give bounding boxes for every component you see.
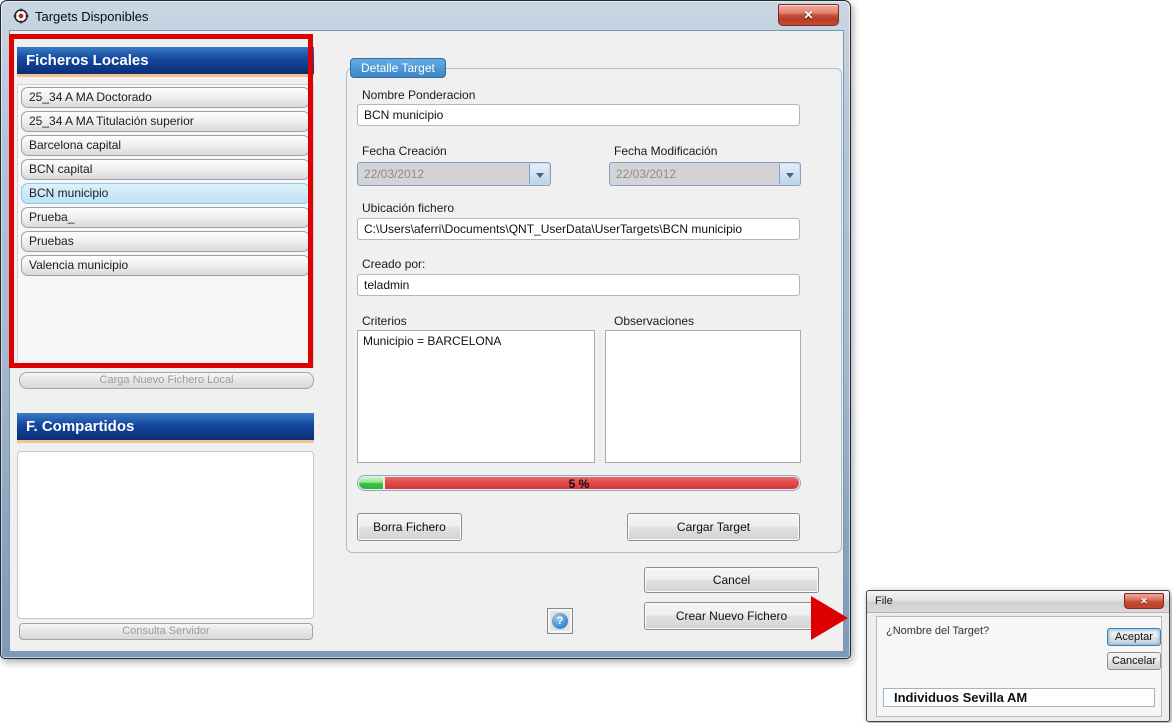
combo-dropdown-button[interactable] [529,164,549,184]
file-dialog-window: File ✕ ¿Nombre del Target? Aceptar Cance… [866,590,1170,722]
fecha-modificacion-label: Fecha Modificación [614,144,717,158]
nombre-ponderacion-label: Nombre Ponderacion [362,88,475,102]
creado-por-input[interactable]: teladmin [357,274,800,296]
help-button[interactable]: ? [547,608,573,634]
observaciones-textarea[interactable] [605,330,801,463]
chevron-down-icon [536,173,544,178]
progress-bar: 5 % [357,475,801,491]
detalle-target-tab: Detalle Target [350,58,446,78]
crear-nuevo-fichero-button[interactable]: Crear Nuevo Fichero [644,602,819,630]
fecha-creacion-label: Fecha Creación [362,144,447,158]
fecha-creacion-combobox[interactable]: 22/03/2012 [357,162,551,186]
close-icon[interactable]: ✕ [1124,593,1164,609]
consulta-servidor-button[interactable]: Consulta Servidor [19,623,313,640]
criterios-label: Criterios [362,314,407,328]
cancel-button[interactable]: Cancel [644,567,819,593]
title-bar[interactable]: Targets Disponibles ✕ [1,1,850,31]
borra-fichero-button[interactable]: Borra Fichero [357,513,462,541]
combo-dropdown-button[interactable] [779,164,799,184]
chevron-down-icon [786,173,794,178]
target-icon [13,8,29,24]
ubicacion-fichero-label: Ubicación fichero [362,201,454,215]
file-dialog-title-bar[interactable]: File ✕ [867,591,1169,613]
close-icon[interactable]: ✕ [778,4,839,26]
target-name-prompt: ¿Nombre del Target? [886,625,989,637]
target-name-input[interactable]: Individuos Sevilla AM [883,688,1155,707]
shared-files-list[interactable] [17,451,314,619]
window-title: Targets Disponibles [35,9,148,24]
aceptar-button[interactable]: Aceptar [1107,628,1161,646]
screenshot-canvas: Targets Disponibles ✕ Ficheros Locales 2… [0,0,1172,723]
fecha-creacion-value: 22/03/2012 [364,167,424,181]
nombre-ponderacion-input[interactable]: BCN municipio [357,104,800,126]
help-icon: ? [552,613,568,629]
shared-files-header: F. Compartidos [17,413,314,443]
highlight-rectangle-annotation [9,34,313,368]
ubicacion-fichero-input[interactable]: C:\Users\aferri\Documents\QNT_UserData\U… [357,218,800,240]
observaciones-label: Observaciones [614,314,694,328]
creado-por-label: Creado por: [362,257,425,271]
file-dialog-title: File [875,595,893,607]
fecha-modificacion-value: 22/03/2012 [616,167,676,181]
carga-nuevo-fichero-local-button[interactable]: Carga Nuevo Fichero Local [19,372,314,389]
fecha-modificacion-combobox[interactable]: 22/03/2012 [609,162,801,186]
progress-value: 5 % [358,477,800,491]
cargar-target-button[interactable]: Cargar Target [627,513,800,541]
cancelar-button[interactable]: Cancelar [1107,652,1161,670]
arrow-right-annotation [811,596,848,640]
criterios-textarea[interactable]: Municipio = BARCELONA [357,330,595,463]
